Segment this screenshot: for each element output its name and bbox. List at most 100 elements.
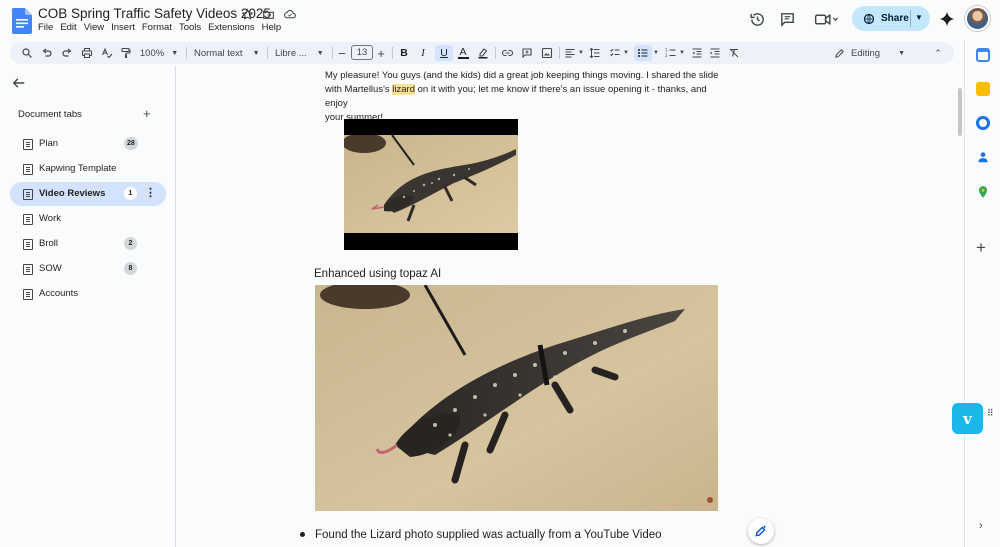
insert-image-icon[interactable] <box>540 45 554 61</box>
underline-button[interactable]: U <box>435 45 453 61</box>
caret-down-icon: ▼ <box>252 49 260 57</box>
editing-mode-value: Editing <box>851 47 881 59</box>
font-size-input[interactable]: 13 <box>351 45 373 60</box>
zoom-value: 100% <box>139 47 165 59</box>
italic-button[interactable]: I <box>416 45 430 61</box>
svg-text:1: 1 <box>665 48 668 53</box>
tab-label: Accounts <box>39 288 79 299</box>
insert-link-icon[interactable] <box>500 45 514 61</box>
font-size-value: 13 <box>356 47 368 58</box>
share-label: Share <box>881 13 909 24</box>
back-arrow-icon[interactable] <box>12 76 26 94</box>
share-dropdown-icon[interactable]: ▼ <box>915 13 923 22</box>
text-color-button[interactable]: A <box>456 45 470 61</box>
show-side-panel-chevron-icon[interactable]: › <box>979 520 983 532</box>
document-title[interactable]: COB Spring Traffic Safety Videos 2025 <box>38 6 271 21</box>
document-canvas[interactable]: My pleasure! You guys (and the kids) did… <box>176 66 964 547</box>
bullet-dot <box>300 532 305 538</box>
maps-icon[interactable] <box>976 185 990 199</box>
bullet-item[interactable]: Found the Lizard photo supplied was actu… <box>300 529 662 541</box>
paint-format-icon[interactable] <box>119 45 133 61</box>
clear-formatting-icon[interactable] <box>727 45 741 61</box>
spellcheck-icon[interactable] <box>100 45 114 61</box>
tab-badge: 1 <box>124 187 137 200</box>
add-tab-button[interactable]: + <box>143 106 151 121</box>
tab-accounts[interactable]: Accounts <box>10 282 166 306</box>
bold-button[interactable]: B <box>397 45 411 61</box>
decrease-indent-icon[interactable] <box>690 45 704 61</box>
caret-down-icon: ▼ <box>316 49 324 57</box>
scrollbar-thumb[interactable] <box>958 88 962 136</box>
highlighted-word: lizard <box>392 84 415 95</box>
document-tab-icon <box>23 189 33 200</box>
zoom-select[interactable]: 100% ▼ <box>138 45 180 61</box>
comments-icon[interactable] <box>778 10 796 28</box>
menu-format[interactable]: Format <box>138 22 175 33</box>
tab-badge: 2 <box>124 237 137 250</box>
add-comment-icon[interactable] <box>520 45 534 61</box>
tab-kapwing-template[interactable]: Kapwing Template <box>10 157 166 181</box>
star-icon[interactable] <box>240 7 255 22</box>
tab-work[interactable]: Work <box>10 207 166 231</box>
contacts-icon[interactable] <box>976 150 990 164</box>
get-add-ons-plus-icon[interactable]: + <box>976 238 986 258</box>
calendar-icon[interactable] <box>976 48 990 62</box>
redo-icon[interactable] <box>60 45 74 61</box>
menu-tools[interactable]: Tools <box>175 22 204 33</box>
tasks-icon[interactable] <box>976 116 990 130</box>
increase-font-size-button[interactable]: + <box>375 45 387 61</box>
tab-video-reviews[interactable]: Video Reviews 1 ⋮ <box>10 182 166 206</box>
tab-plan[interactable]: Plan 28 <box>10 132 166 156</box>
tab-sow[interactable]: SOW 8 <box>10 257 166 281</box>
bulleted-list-icon[interactable] <box>634 45 652 61</box>
align-icon[interactable]: ▼ <box>563 45 585 61</box>
print-icon[interactable] <box>80 45 94 61</box>
enhanced-lizard-image[interactable] <box>315 285 718 511</box>
docs-logo-icon[interactable] <box>12 8 32 34</box>
cloud-saved-icon[interactable] <box>282 7 297 22</box>
search-menus-icon[interactable] <box>20 45 34 61</box>
more-options-icon[interactable]: ⋮ <box>145 186 156 199</box>
highlight-color-icon[interactable] <box>476 45 490 61</box>
numbered-list-icon[interactable]: 12 ▼ <box>663 45 687 61</box>
decrease-font-size-button[interactable]: − <box>336 45 348 61</box>
gemini-sparkle-icon[interactable] <box>938 10 956 28</box>
line-spacing-icon[interactable] <box>588 45 602 61</box>
menu-edit[interactable]: Edit <box>57 22 80 33</box>
document-tab-icon <box>23 139 33 150</box>
editing-mode-select[interactable]: Editing ▼ <box>834 45 914 61</box>
paragraph-line: My pleasure! You guys (and the kids) did… <box>325 70 719 81</box>
menu-insert[interactable]: Insert <box>108 22 139 33</box>
version-history-icon[interactable] <box>748 10 766 28</box>
email-reply-paragraph[interactable]: My pleasure! You guys (and the kids) did… <box>325 69 725 125</box>
menu-file[interactable]: File <box>38 22 57 33</box>
menu-extensions[interactable]: Extensions <box>205 22 258 33</box>
menu-bar: File Edit View Insert Format Tools Exten… <box>38 22 285 33</box>
account-avatar[interactable] <box>965 6 990 31</box>
move-folder-icon[interactable] <box>261 7 276 22</box>
meet-icon[interactable] <box>812 10 842 28</box>
paragraph-style-select[interactable]: Normal text ▼ <box>192 45 264 61</box>
paragraph-line: with Martellus's lizard on it with you; … <box>325 84 707 109</box>
increase-indent-icon[interactable] <box>708 45 722 61</box>
vimeo-extension-icon[interactable]: v <box>952 403 983 434</box>
drag-handle-icon[interactable]: ⠿ <box>987 409 995 427</box>
paragraph-style-value: Normal text <box>194 47 243 59</box>
tab-broll[interactable]: Broll 2 <box>10 232 166 256</box>
menu-help[interactable]: Help <box>258 22 285 33</box>
font-select[interactable]: Libre ... ▼ <box>273 45 329 61</box>
menu-view[interactable]: View <box>80 22 107 33</box>
help-me-write-button[interactable] <box>748 518 774 544</box>
share-button[interactable]: Share ▼ <box>852 6 930 31</box>
original-lizard-image[interactable] <box>344 119 518 250</box>
bullet-style-dropdown-icon[interactable]: ▼ <box>652 45 660 61</box>
globe-icon <box>863 13 875 24</box>
image-caption[interactable]: Enhanced using topaz AI <box>314 268 441 280</box>
checklist-icon[interactable]: ▼ <box>607 45 631 61</box>
document-tabs-header: Document tabs <box>18 109 82 120</box>
vertical-scrollbar[interactable] <box>956 66 964 547</box>
caret-down-icon: ▼ <box>171 49 179 57</box>
keep-icon[interactable] <box>976 82 990 96</box>
hide-menus-chevron-up-icon[interactable]: ⌃ <box>932 45 944 61</box>
undo-icon[interactable] <box>40 45 54 61</box>
